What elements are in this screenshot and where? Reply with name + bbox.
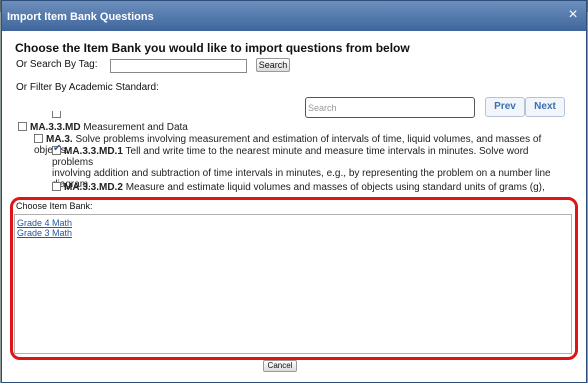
tree-cut-row: [52, 111, 64, 120]
search-button[interactable]: Search: [256, 58, 290, 72]
dialog-title: Import Item Bank Questions: [7, 11, 154, 23]
dialog-heading: Choose the Item Bank you would like to i…: [15, 41, 410, 55]
standard-row: MA.3.3.MD Measurement and Data: [18, 122, 188, 133]
dialog-titlebar: Import Item Bank Questions ×: [2, 1, 586, 31]
standard-text: Measure and estimate liquid volumes and …: [125, 182, 545, 193]
standard-code: MA.3.3.MD.1: [64, 146, 123, 157]
standard-code: MA.3.3.MD: [30, 122, 81, 133]
standards-tree: MA.3.3.MD Measurement and Data MA.3. Sol…: [12, 111, 572, 197]
standard-row: MA.3.3.MD.2 Measure and estimate liquid …: [52, 182, 545, 193]
standard-text: Measurement and Data: [83, 122, 188, 133]
filter-label: Or Filter By Academic Standard:: [16, 82, 159, 93]
tag-search-label: Or Search By Tag:: [16, 59, 98, 70]
standard-code: MA.3.3.MD.2: [64, 182, 123, 193]
standard-text-line2: involving addition and subtraction of ti…: [52, 168, 551, 179]
standard-checkbox[interactable]: [18, 122, 27, 131]
cancel-button[interactable]: Cancel: [263, 360, 297, 372]
standard-checkbox-checked[interactable]: [52, 143, 61, 155]
standard-checkbox[interactable]: [52, 182, 61, 191]
close-icon[interactable]: ×: [564, 6, 582, 24]
standard-checkbox[interactable]: [34, 134, 43, 143]
tag-search-input[interactable]: [110, 59, 247, 73]
standard-text: Tell and write time to the nearest minut…: [52, 146, 529, 168]
checkbox[interactable]: [52, 111, 61, 118]
import-dialog: Import Item Bank Questions × Choose the …: [1, 0, 587, 383]
red-highlight-annotation: [10, 197, 578, 360]
